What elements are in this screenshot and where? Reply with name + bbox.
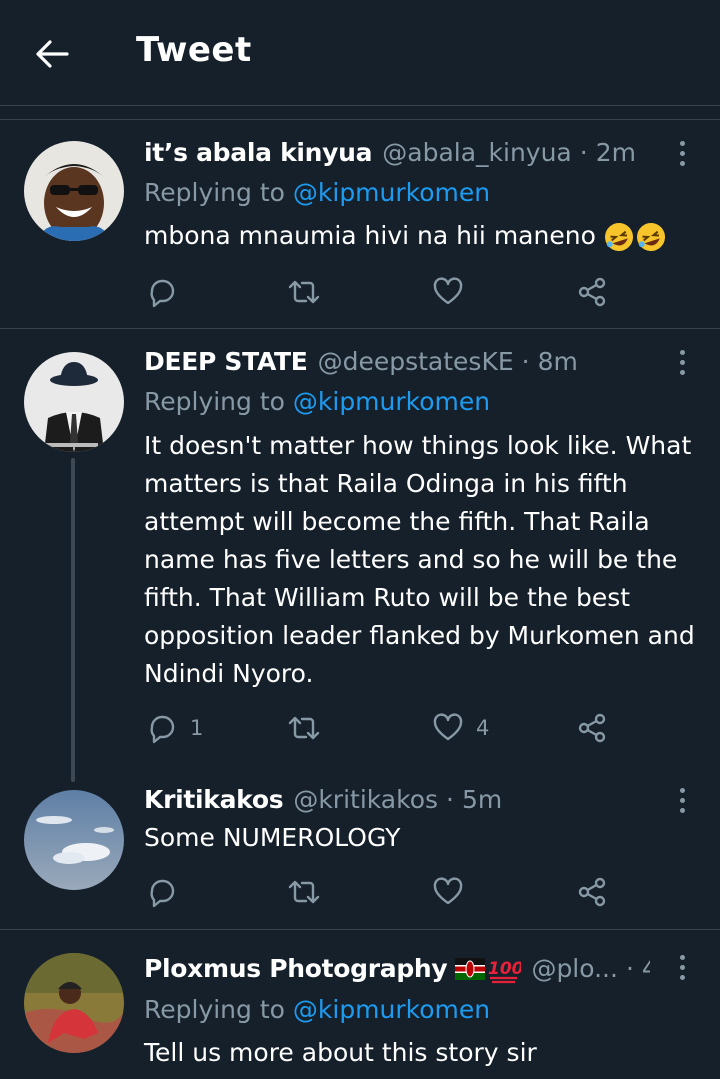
- separator: ·: [446, 785, 454, 814]
- more-options-button[interactable]: [670, 784, 694, 816]
- tweet-header: Kritikakos @kritikakos · 5m: [144, 784, 650, 816]
- back-button[interactable]: [30, 34, 74, 74]
- timestamp[interactable]: 2m: [596, 137, 636, 169]
- heart-icon: [433, 713, 463, 741]
- reply-icon: [150, 279, 175, 308]
- more-vertical-icon: [679, 140, 685, 146]
- separator: ·: [625, 954, 634, 983]
- tweet-text: Some NUMEROLOGY: [144, 823, 401, 852]
- section-divider: [0, 106, 720, 120]
- replying-label: Replying to: [144, 387, 293, 416]
- tweet-actions: 1 4: [144, 708, 624, 748]
- timestamp[interactable]: 8m: [538, 346, 578, 378]
- retweet-icon: [288, 716, 320, 740]
- replying-to: Replying to @kipmurkomen: [144, 993, 490, 1027]
- mention-link[interactable]: @kipmurkomen: [293, 387, 490, 416]
- mention-link[interactable]: @kipmurkomen: [293, 995, 490, 1024]
- svg-text:100: 100: [488, 959, 521, 979]
- tweet-actions: [144, 872, 624, 912]
- reply-icon: [150, 879, 175, 908]
- reply-button[interactable]: 1: [146, 708, 203, 748]
- tweet-actions: [144, 272, 624, 312]
- share-icon: [578, 877, 606, 907]
- kenya-flag-icon: [455, 958, 486, 980]
- like-button[interactable]: [432, 272, 476, 312]
- tweet-kritikakos[interactable]: Kritikakos @kritikakos · 5m Some NUMEROL…: [0, 770, 720, 930]
- share-button[interactable]: [576, 272, 608, 312]
- replying-to: Replying to @kipmurkomen: [144, 176, 490, 210]
- arrow-left-icon: [36, 40, 69, 68]
- retweet-button[interactable]: [286, 708, 334, 748]
- like-button[interactable]: 4: [432, 708, 489, 748]
- share-button[interactable]: [576, 708, 608, 748]
- tweet-header: Ploxmus Photography 100 @plo... · 4m: [144, 953, 650, 985]
- tweet-abala-kinyua[interactable]: it’s abala kinyua @abala_kinyua · 2m Rep…: [0, 121, 720, 329]
- reply-button[interactable]: [146, 272, 190, 312]
- more-options-button[interactable]: [670, 346, 694, 378]
- like-button[interactable]: [432, 872, 476, 912]
- user-handle[interactable]: @kritikakos: [293, 784, 438, 816]
- tweet-deep-state[interactable]: DEEP STATE @deepstatesKE · 8m Replying t…: [0, 330, 720, 782]
- user-handle[interactable]: @abala_kinyua: [382, 137, 572, 169]
- tweet-text-content: mbona mnaumia hivi na hii maneno: [144, 221, 596, 250]
- avatar[interactable]: [24, 790, 124, 890]
- retweet-button[interactable]: [286, 872, 334, 912]
- user-handle[interactable]: @plo...: [531, 953, 618, 985]
- top-bar: Tweet: [0, 0, 720, 106]
- more-vertical-icon: [679, 954, 685, 960]
- heart-icon: [433, 277, 463, 305]
- avatar[interactable]: [24, 141, 124, 241]
- more-vertical-icon: [679, 349, 685, 355]
- separator: ·: [521, 347, 530, 376]
- tweet-text: Tell us more about this story sir: [144, 1038, 537, 1067]
- retweet-button[interactable]: [286, 272, 334, 312]
- replying-to: Replying to @kipmurkomen: [144, 385, 490, 419]
- thread-connector: [71, 458, 75, 782]
- display-name[interactable]: Ploxmus Photography: [144, 953, 448, 985]
- display-name[interactable]: DEEP STATE: [144, 346, 308, 378]
- reply-button[interactable]: [146, 872, 190, 912]
- user-handle[interactable]: @deepstatesKE: [318, 346, 514, 378]
- laughing-emoji-icon: [604, 223, 665, 251]
- display-name[interactable]: Kritikakos: [144, 784, 284, 816]
- avatar[interactable]: [24, 352, 124, 452]
- more-options-button[interactable]: [670, 951, 694, 983]
- share-button[interactable]: [576, 872, 608, 912]
- tweet-header: it’s abala kinyua @abala_kinyua · 2m: [144, 137, 650, 169]
- share-icon: [578, 277, 606, 307]
- avatar[interactable]: [24, 953, 124, 1053]
- page-title: Tweet: [136, 30, 252, 70]
- share-icon: [578, 713, 606, 743]
- tweet-ploxmus-photography[interactable]: Ploxmus Photography 100 @plo... · 4m Rep…: [0, 931, 720, 1079]
- tweet-header: DEEP STATE @deepstatesKE · 8m: [144, 346, 650, 378]
- tweet-text: It doesn't matter how things look like. …: [144, 431, 695, 688]
- timestamp[interactable]: 5m: [462, 784, 502, 816]
- mention-link[interactable]: @kipmurkomen: [293, 178, 490, 207]
- more-vertical-icon: [679, 787, 685, 793]
- more-options-button[interactable]: [670, 137, 694, 169]
- replying-label: Replying to: [144, 178, 293, 207]
- heart-icon: [433, 877, 463, 905]
- reply-icon: [150, 715, 175, 744]
- timestamp[interactable]: 4m: [642, 953, 650, 985]
- replying-label: Replying to: [144, 995, 293, 1024]
- reply-count: 1: [190, 716, 204, 740]
- tweet-text: mbona mnaumia hivi na hii maneno: [144, 217, 702, 255]
- display-name[interactable]: it’s abala kinyua: [144, 137, 373, 169]
- hundred-points-icon: 100: [488, 959, 521, 984]
- separator: ·: [579, 138, 588, 167]
- retweet-icon: [288, 280, 320, 304]
- retweet-icon: [288, 880, 320, 904]
- like-count: 4: [476, 716, 490, 740]
